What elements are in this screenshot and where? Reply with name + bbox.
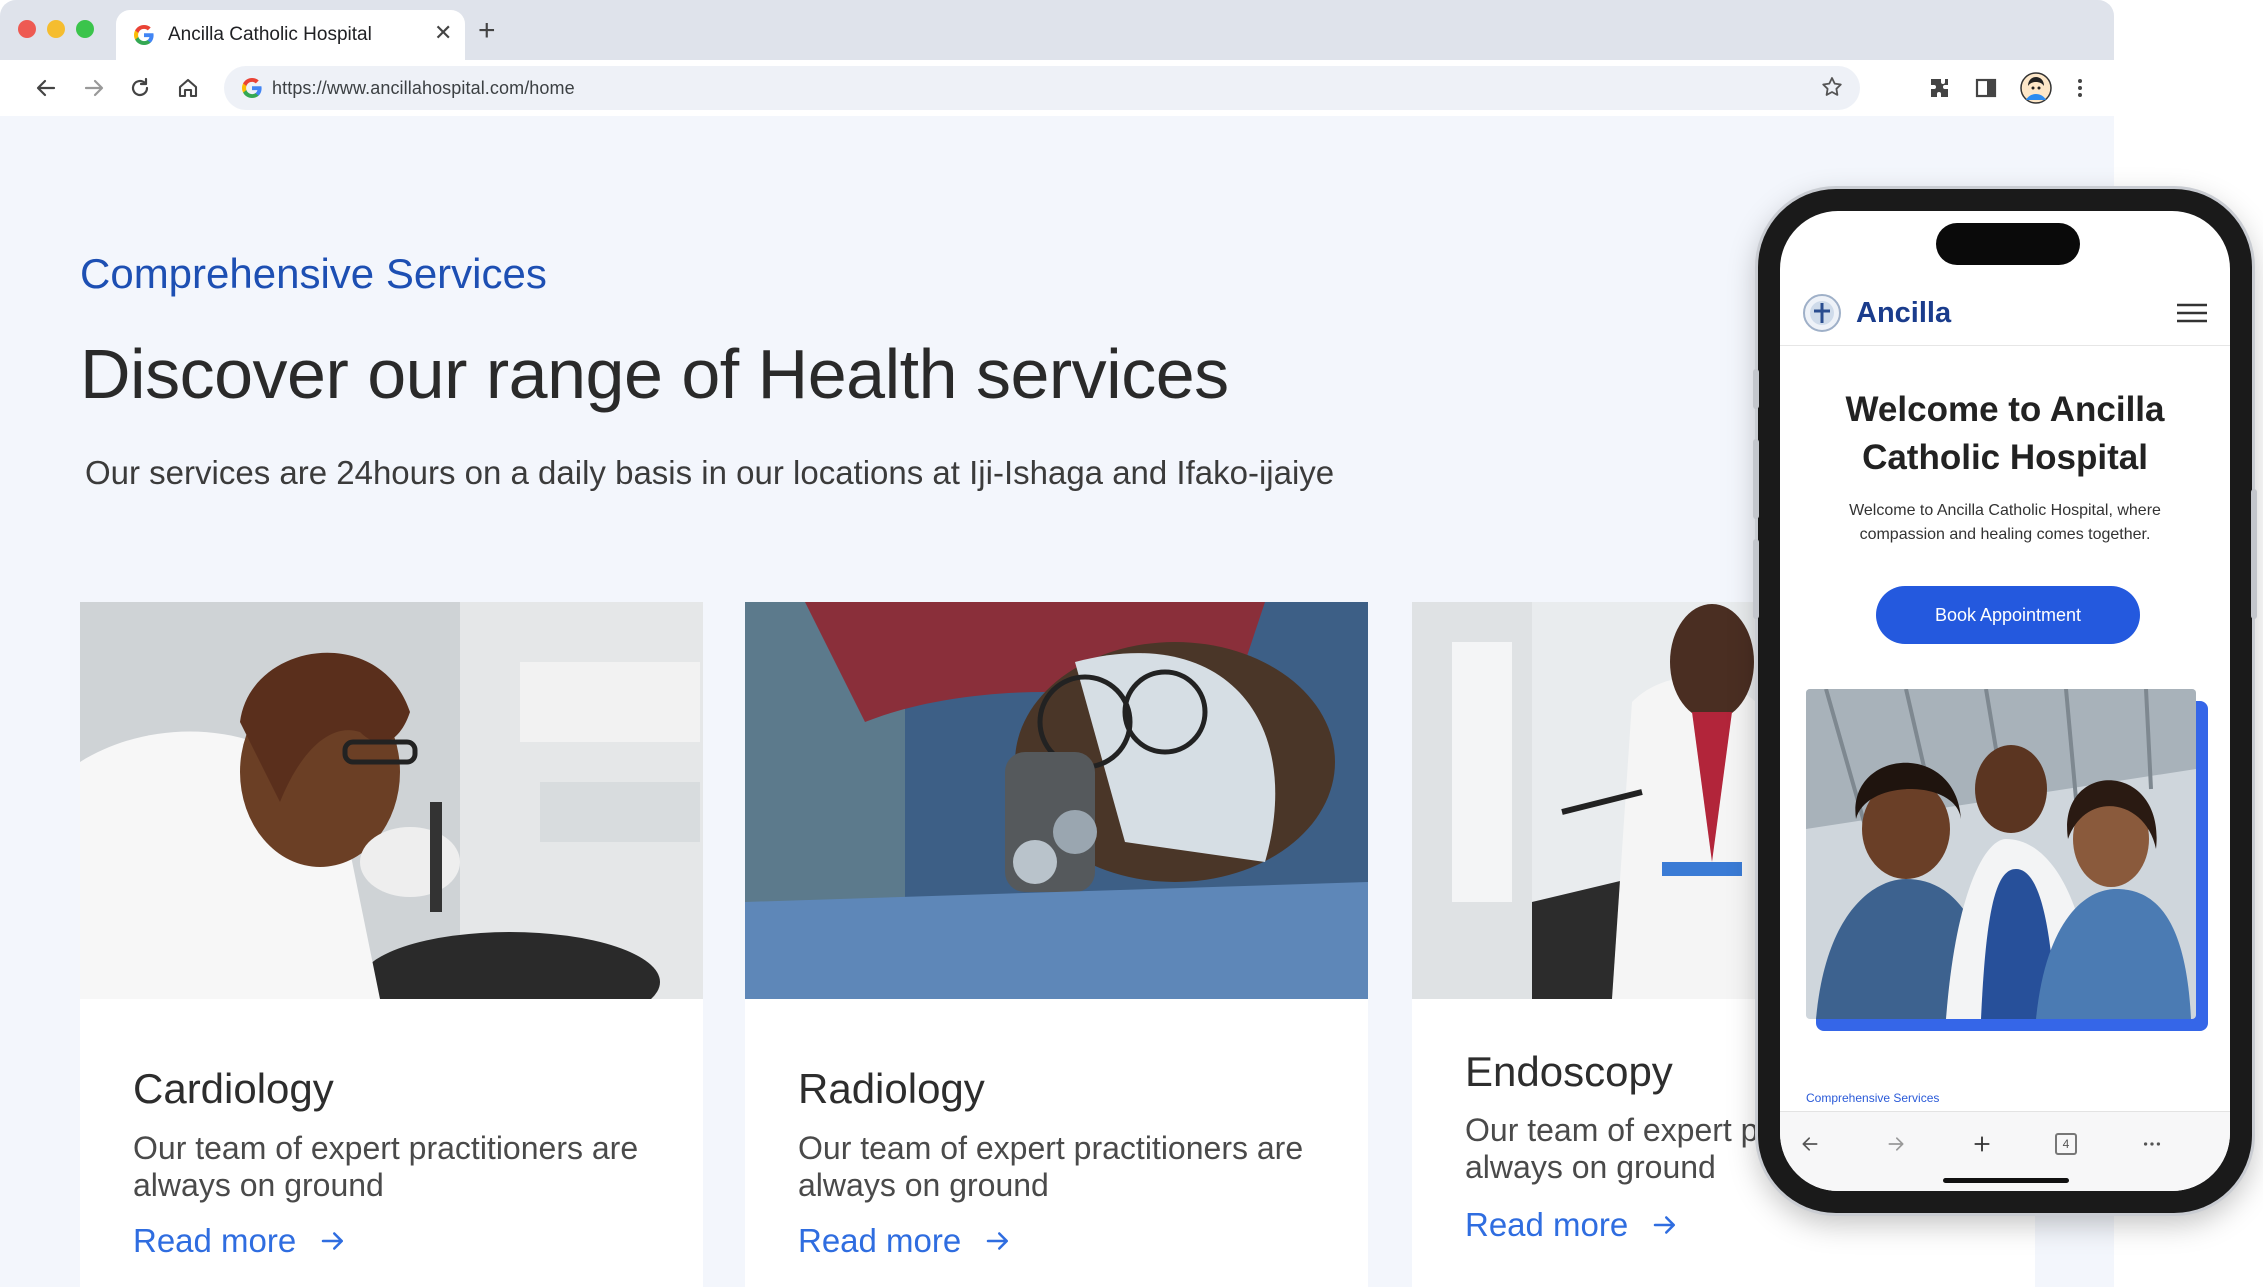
staff-photo — [1806, 689, 2196, 1019]
new-tab-icon[interactable] — [1966, 1128, 1998, 1160]
tab-switcher-icon[interactable]: 4 — [2050, 1128, 2082, 1160]
card-photo-surgeon — [745, 602, 1368, 999]
tab-count: 4 — [2055, 1133, 2077, 1155]
url-text: https://www.ancillahospital.com/home — [272, 78, 575, 98]
read-more-label: Read more — [1465, 1206, 1629, 1243]
address-bar[interactable]: https://www.ancillahospital.com/home — [224, 66, 1860, 110]
read-more-link[interactable]: Read more — [133, 1222, 348, 1260]
mobile-hero-title: Welcome to Ancilla Catholic Hospital — [1845, 390, 2165, 477]
reload-icon[interactable] — [124, 72, 156, 104]
tab-title: Ancilla Catholic Hospital — [168, 24, 372, 45]
service-card-cardiology[interactable]: Cardiology Our team of expert practition… — [80, 602, 703, 1287]
read-more-label: Read more — [133, 1222, 297, 1259]
side-panel-icon[interactable] — [1970, 72, 2002, 104]
extensions-icon[interactable] — [1924, 72, 1956, 104]
section-eyebrow: Comprehensive Services — [80, 250, 547, 297]
mobile-brand: Ancilla — [1856, 297, 1952, 329]
browser-toolbar: https://www.ancillahospital.com/home — [0, 60, 2114, 116]
tab-close-icon[interactable]: ✕ — [434, 22, 452, 44]
dynamic-island — [1936, 223, 2080, 265]
new-tab-icon[interactable]: + — [478, 16, 496, 46]
phone-side-button — [1753, 539, 1759, 619]
book-appointment-button[interactable]: Book Appointment — [1876, 586, 2140, 644]
mobile-browser-bar: 4 — [1780, 1111, 2230, 1191]
phone-screen: Ancilla Welcome to Ancilla Catholic Hosp… — [1780, 211, 2230, 1191]
phone-side-button — [2251, 489, 2257, 619]
forward-icon[interactable] — [78, 72, 110, 104]
card-description: Our team of expert practitioners are alw… — [133, 1130, 639, 1203]
card-description: Our team of expert practitioners are alw… — [798, 1130, 1304, 1203]
phone-side-button — [1753, 369, 1759, 409]
mobile-header: Ancilla — [1780, 281, 2230, 346]
read-more-link[interactable]: Read more — [1465, 1206, 1680, 1244]
section-subtext: Our services are 24hours on a daily basi… — [85, 454, 1335, 491]
arrow-right-icon — [987, 1232, 1009, 1250]
hamburger-menu-icon[interactable] — [2176, 303, 2208, 328]
back-icon[interactable] — [1794, 1128, 1826, 1160]
avatar[interactable] — [2020, 72, 2052, 104]
back-icon[interactable] — [30, 72, 62, 104]
home-icon[interactable] — [172, 72, 204, 104]
service-card-radiology[interactable]: Radiology Our team of expert practitione… — [745, 602, 1368, 1287]
maximize-window-button[interactable] — [76, 20, 94, 38]
mobile-hero-image — [1806, 689, 2208, 1031]
mobile-hero-subtitle: Welcome to Ancilla Catholic Hospital, wh… — [1849, 502, 2161, 543]
card-photo-lab-scientist — [80, 602, 703, 999]
minimize-window-button[interactable] — [47, 20, 65, 38]
page-title: Discover our range of Health services — [80, 335, 1229, 413]
browser-tab[interactable]: Ancilla Catholic Hospital ✕ — [116, 10, 465, 60]
google-icon — [242, 78, 262, 98]
home-indicator — [1943, 1178, 2069, 1183]
phone-side-button — [1753, 439, 1759, 519]
phone-mockup: Ancilla Welcome to Ancilla Catholic Hosp… — [1753, 189, 2257, 1213]
tab-bar: Ancilla Catholic Hospital ✕ + — [0, 0, 2114, 60]
arrow-right-icon — [322, 1232, 344, 1250]
forward-icon[interactable] — [1880, 1128, 1912, 1160]
more-icon[interactable] — [2136, 1128, 2168, 1160]
read-more-link[interactable]: Read more — [798, 1222, 1013, 1260]
google-favicon-icon — [134, 25, 154, 45]
mobile-section-eyebrow: Comprehensive Services — [1806, 1091, 1940, 1105]
star-icon[interactable] — [1820, 75, 1844, 104]
card-title: Cardiology — [133, 1065, 334, 1112]
more-icon[interactable] — [2064, 72, 2096, 104]
card-title: Endoscopy — [1465, 1048, 1673, 1095]
close-window-button[interactable] — [18, 20, 36, 38]
card-title: Radiology — [798, 1065, 985, 1112]
read-more-label: Read more — [798, 1222, 962, 1259]
arrow-right-icon — [1654, 1216, 1676, 1234]
hospital-logo[interactable] — [1802, 293, 1842, 333]
